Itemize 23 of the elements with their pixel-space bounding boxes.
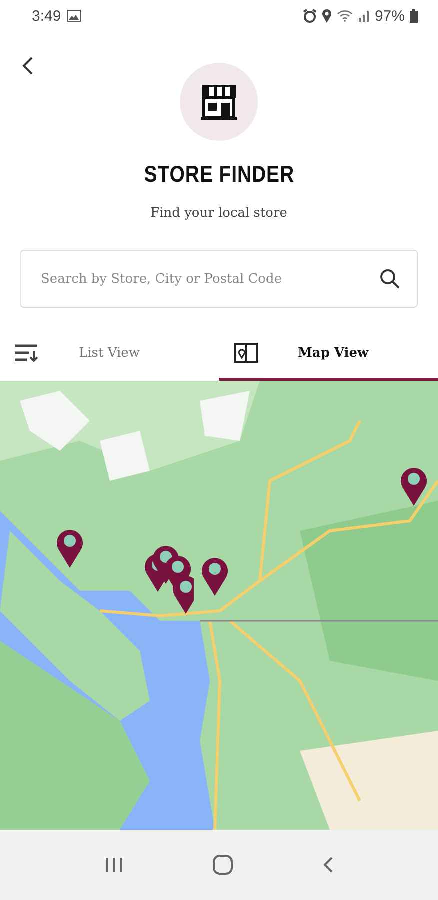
back-icon [22, 56, 34, 76]
page-subtitle: Find your local store [150, 206, 288, 221]
back-icon[interactable] [322, 856, 334, 874]
image-icon [67, 10, 82, 22]
view-tab[interactable]: List View [0, 328, 219, 381]
location-icon [322, 9, 332, 23]
alarm-icon [302, 9, 317, 23]
signal-icon [358, 10, 370, 22]
map-icon [234, 343, 258, 363]
storefront-icon [199, 82, 239, 122]
map-pin-icon[interactable] [56, 528, 84, 568]
recent-apps-icon[interactable] [104, 857, 124, 873]
battery-icon [410, 9, 418, 23]
wifi-icon [336, 10, 353, 22]
map-pin-icon[interactable] [201, 556, 229, 596]
search-field[interactable]: Search by Store, City or Postal Code [20, 250, 418, 308]
home-icon[interactable] [212, 854, 234, 876]
map-pin-icon[interactable] [400, 466, 428, 506]
battery-percent: 97% [374, 8, 405, 24]
search-icon[interactable] [380, 269, 400, 289]
status-time: 3:49 [32, 8, 62, 24]
sort-icon [15, 344, 39, 362]
page-title: STORE FINDER [144, 161, 294, 188]
